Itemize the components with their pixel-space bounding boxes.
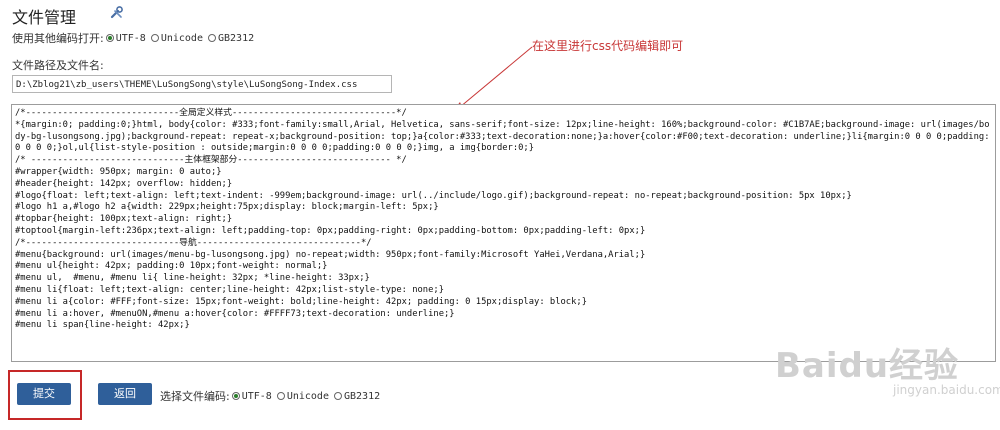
save-encoding-row: 选择文件编码: UTF-8 Unicode GB2312 [160,388,383,404]
file-path-input[interactable]: D:\Zblog21\zb_users\THEME\LuSongSong\sty… [12,75,392,93]
open-encoding-gb2312-label: GB2312 [217,32,255,44]
open-encoding-gb2312-radio[interactable] [207,34,216,42]
wrench-icon[interactable] [110,5,124,19]
save-encoding-unicode-radio[interactable] [276,392,285,400]
open-encoding-unicode-radio[interactable] [150,34,159,42]
file-path-label: 文件路径及文件名: [12,59,104,72]
save-encoding-label: 选择文件编码: [160,390,230,403]
open-encoding-utf8-radio[interactable] [105,34,114,42]
submit-button[interactable]: 提交 [17,383,71,405]
open-encoding-label: 使用其他编码打开: [12,32,104,45]
save-encoding-utf8-label: UTF-8 [241,390,272,402]
open-encoding-utf8-label: UTF-8 [115,32,146,44]
annotation-text: 在这里进行css代码编辑即可 [532,39,684,53]
css-code-editor[interactable]: /*-----------------------------全局定义样式---… [11,104,996,362]
open-encoding-unicode-label: Unicode [160,32,203,44]
watermark: Baidu经验 jingyan.baidu.com [775,338,1000,397]
watermark-logo: Baidu经验 [775,346,960,386]
page-title: 文件管理 [12,8,77,27]
save-encoding-utf8-radio[interactable] [231,392,240,400]
save-encoding-gb2312-radio[interactable] [333,392,342,400]
open-encoding-row: 使用其他编码打开: UTF-8 Unicode GB2312 [12,30,257,46]
watermark-url: jingyan.baidu.com [893,383,1000,397]
save-encoding-gb2312-label: GB2312 [343,390,381,402]
save-encoding-unicode-label: Unicode [286,390,329,402]
back-button[interactable]: 返回 [98,383,152,405]
